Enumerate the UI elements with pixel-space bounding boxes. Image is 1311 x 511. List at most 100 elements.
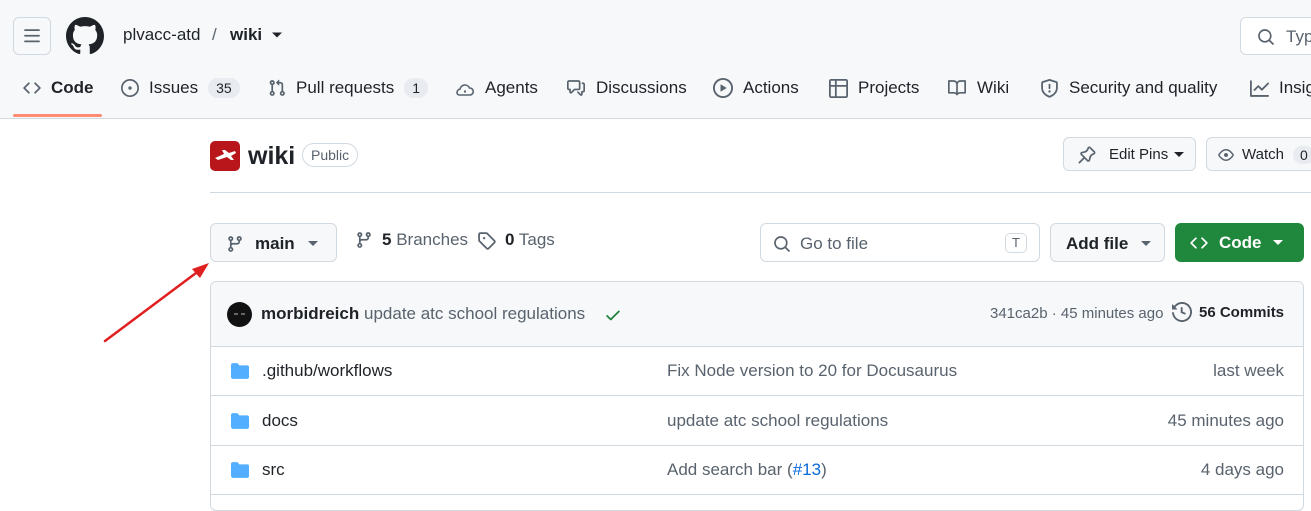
repo-name-link[interactable]: wiki — [230, 25, 262, 45]
commit-author-link[interactable]: morbidreich — [261, 304, 359, 324]
tab-label: Pull requests — [296, 78, 395, 97]
caret-down-icon — [1141, 241, 1151, 246]
caret-down-icon — [1174, 152, 1184, 157]
annotation-arrow — [103, 263, 209, 343]
app-header: plvacc-atd / wiki Typ Code Issues 35 Pul… — [0, 0, 1311, 119]
tags-label: Tags — [518, 230, 555, 249]
play-icon — [713, 78, 733, 98]
tab-label: Projects — [858, 78, 920, 97]
latest-commit-bar: morbidreich update atc school regulation… — [211, 282, 1303, 347]
pull-request-link[interactable]: #13 — [793, 460, 821, 479]
pull-requests-count-badge: 1 — [404, 78, 429, 98]
tab-projects[interactable]: Projects — [829, 72, 919, 104]
repo-owner-link[interactable]: plvacc-atd — [123, 25, 200, 45]
issue-icon — [121, 79, 139, 97]
branches-link[interactable]: 5 Branches — [355, 230, 468, 250]
file-name-link[interactable]: .github/workflows — [262, 361, 392, 381]
edit-pins-button[interactable]: Edit Pins — [1063, 137, 1196, 171]
file-row[interactable]: docs update atc school regulations 45 mi… — [211, 396, 1303, 446]
shield-icon — [1041, 78, 1058, 98]
go-to-file-input[interactable]: Go to file T — [760, 223, 1040, 262]
selected-tab-indicator — [13, 114, 102, 117]
agents-icon — [456, 84, 475, 96]
file-commit-time: last week — [1213, 361, 1284, 380]
tab-wiki[interactable]: Wiki — [947, 72, 1009, 104]
file-commit-message[interactable]: update atc school regulations — [667, 411, 888, 431]
file-name-link[interactable]: src — [262, 460, 285, 480]
file-browser: morbidreich update atc school regulation… — [210, 281, 1304, 511]
tab-label: Security and quality — [1069, 78, 1218, 97]
book-icon — [948, 80, 967, 96]
tab-label: Discussions — [596, 78, 687, 97]
file-row[interactable]: .github/workflows Fix Node version to 20… — [211, 346, 1303, 396]
tags-count: 0 — [505, 230, 515, 249]
branch-icon — [357, 232, 371, 248]
branches-count: 5 — [382, 230, 392, 249]
commit-message-link[interactable]: update atc school regulations — [364, 304, 585, 324]
watch-label: Watch — [1242, 146, 1284, 163]
tab-label: Actions — [743, 78, 799, 97]
repo-title[interactable]: wiki — [248, 142, 295, 171]
visibility-badge: Public — [302, 143, 359, 167]
discussions-icon — [567, 80, 585, 96]
commits-count-label: 56 Commits — [1199, 303, 1285, 321]
search-input[interactable]: Typ — [1240, 17, 1311, 55]
tab-label: Agents — [485, 78, 538, 97]
go-to-file-placeholder: Go to file — [800, 234, 869, 253]
search-icon — [1258, 29, 1274, 45]
folder-icon — [231, 413, 249, 429]
header-divider — [210, 192, 1311, 193]
code-icon — [23, 82, 41, 94]
check-icon[interactable] — [604, 306, 622, 324]
tab-discussions[interactable]: Discussions — [566, 72, 687, 104]
tab-label: Code — [51, 78, 94, 97]
tab-label: Issues — [149, 78, 199, 97]
search-icon — [774, 236, 790, 252]
commits-history-link[interactable]: 56 Commits — [1172, 302, 1284, 322]
add-file-label: Add file — [1066, 234, 1129, 253]
tab-issues[interactable]: Issues 35 — [121, 72, 240, 104]
hamburger-icon — [24, 29, 40, 43]
code-icon — [1190, 237, 1208, 249]
tab-security-and-quality[interactable]: Security and quality — [1040, 72, 1217, 104]
pin-icon — [1078, 146, 1096, 164]
file-commit-message[interactable]: Fix Node version to 20 for Docusaurus — [667, 361, 957, 381]
folder-icon — [231, 462, 249, 478]
branch-icon — [228, 236, 242, 252]
watch-button[interactable]: Watch 0 — [1206, 137, 1311, 171]
tab-agents[interactable]: Agents — [455, 72, 538, 104]
menu-button[interactable] — [13, 17, 51, 55]
tab-label: Wiki — [977, 78, 1010, 97]
edit-pins-label: Edit Pins — [1109, 146, 1169, 163]
add-file-button[interactable]: Add file — [1050, 223, 1165, 262]
watch-count: 0 — [1293, 146, 1311, 164]
branch-selector-button[interactable]: main — [210, 223, 337, 262]
tab-pull-requests[interactable]: Pull requests 1 — [268, 72, 429, 104]
code-button[interactable]: Code — [1175, 223, 1304, 262]
graph-icon — [1250, 79, 1269, 97]
tab-label: Insig — [1279, 78, 1311, 97]
commit-hash-and-time[interactable]: 341ca2b · 45 minutes ago — [990, 305, 1163, 322]
plane-logo-icon — [215, 150, 236, 160]
tags-link[interactable]: 0 Tags — [477, 230, 555, 250]
caret-down-icon — [1273, 240, 1283, 245]
file-name-link[interactable]: docs — [262, 411, 298, 431]
github-logo-icon[interactable] — [66, 17, 104, 55]
tag-icon — [478, 231, 496, 250]
caret-down-icon — [308, 241, 318, 246]
file-commit-time: 4 days ago — [1200, 460, 1284, 479]
tab-actions[interactable]: Actions — [713, 72, 799, 104]
history-icon — [1172, 302, 1192, 322]
file-row[interactable]: src Add search bar (#13) 4 days ago — [211, 445, 1303, 495]
avatar[interactable] — [227, 302, 252, 327]
repo-avatar — [210, 141, 240, 171]
commit-message-text[interactable]: Add search bar ( — [667, 460, 793, 479]
caret-down-icon[interactable] — [271, 31, 283, 39]
tab-insights[interactable]: Insig — [1250, 72, 1311, 104]
commit-message-end: ) — [821, 460, 827, 479]
code-button-label: Code — [1219, 233, 1262, 252]
issues-count-badge: 35 — [208, 78, 240, 98]
branches-label: Branches — [396, 230, 469, 249]
search-placeholder: Typ — [1286, 27, 1311, 46]
tab-code[interactable]: Code — [23, 72, 94, 104]
